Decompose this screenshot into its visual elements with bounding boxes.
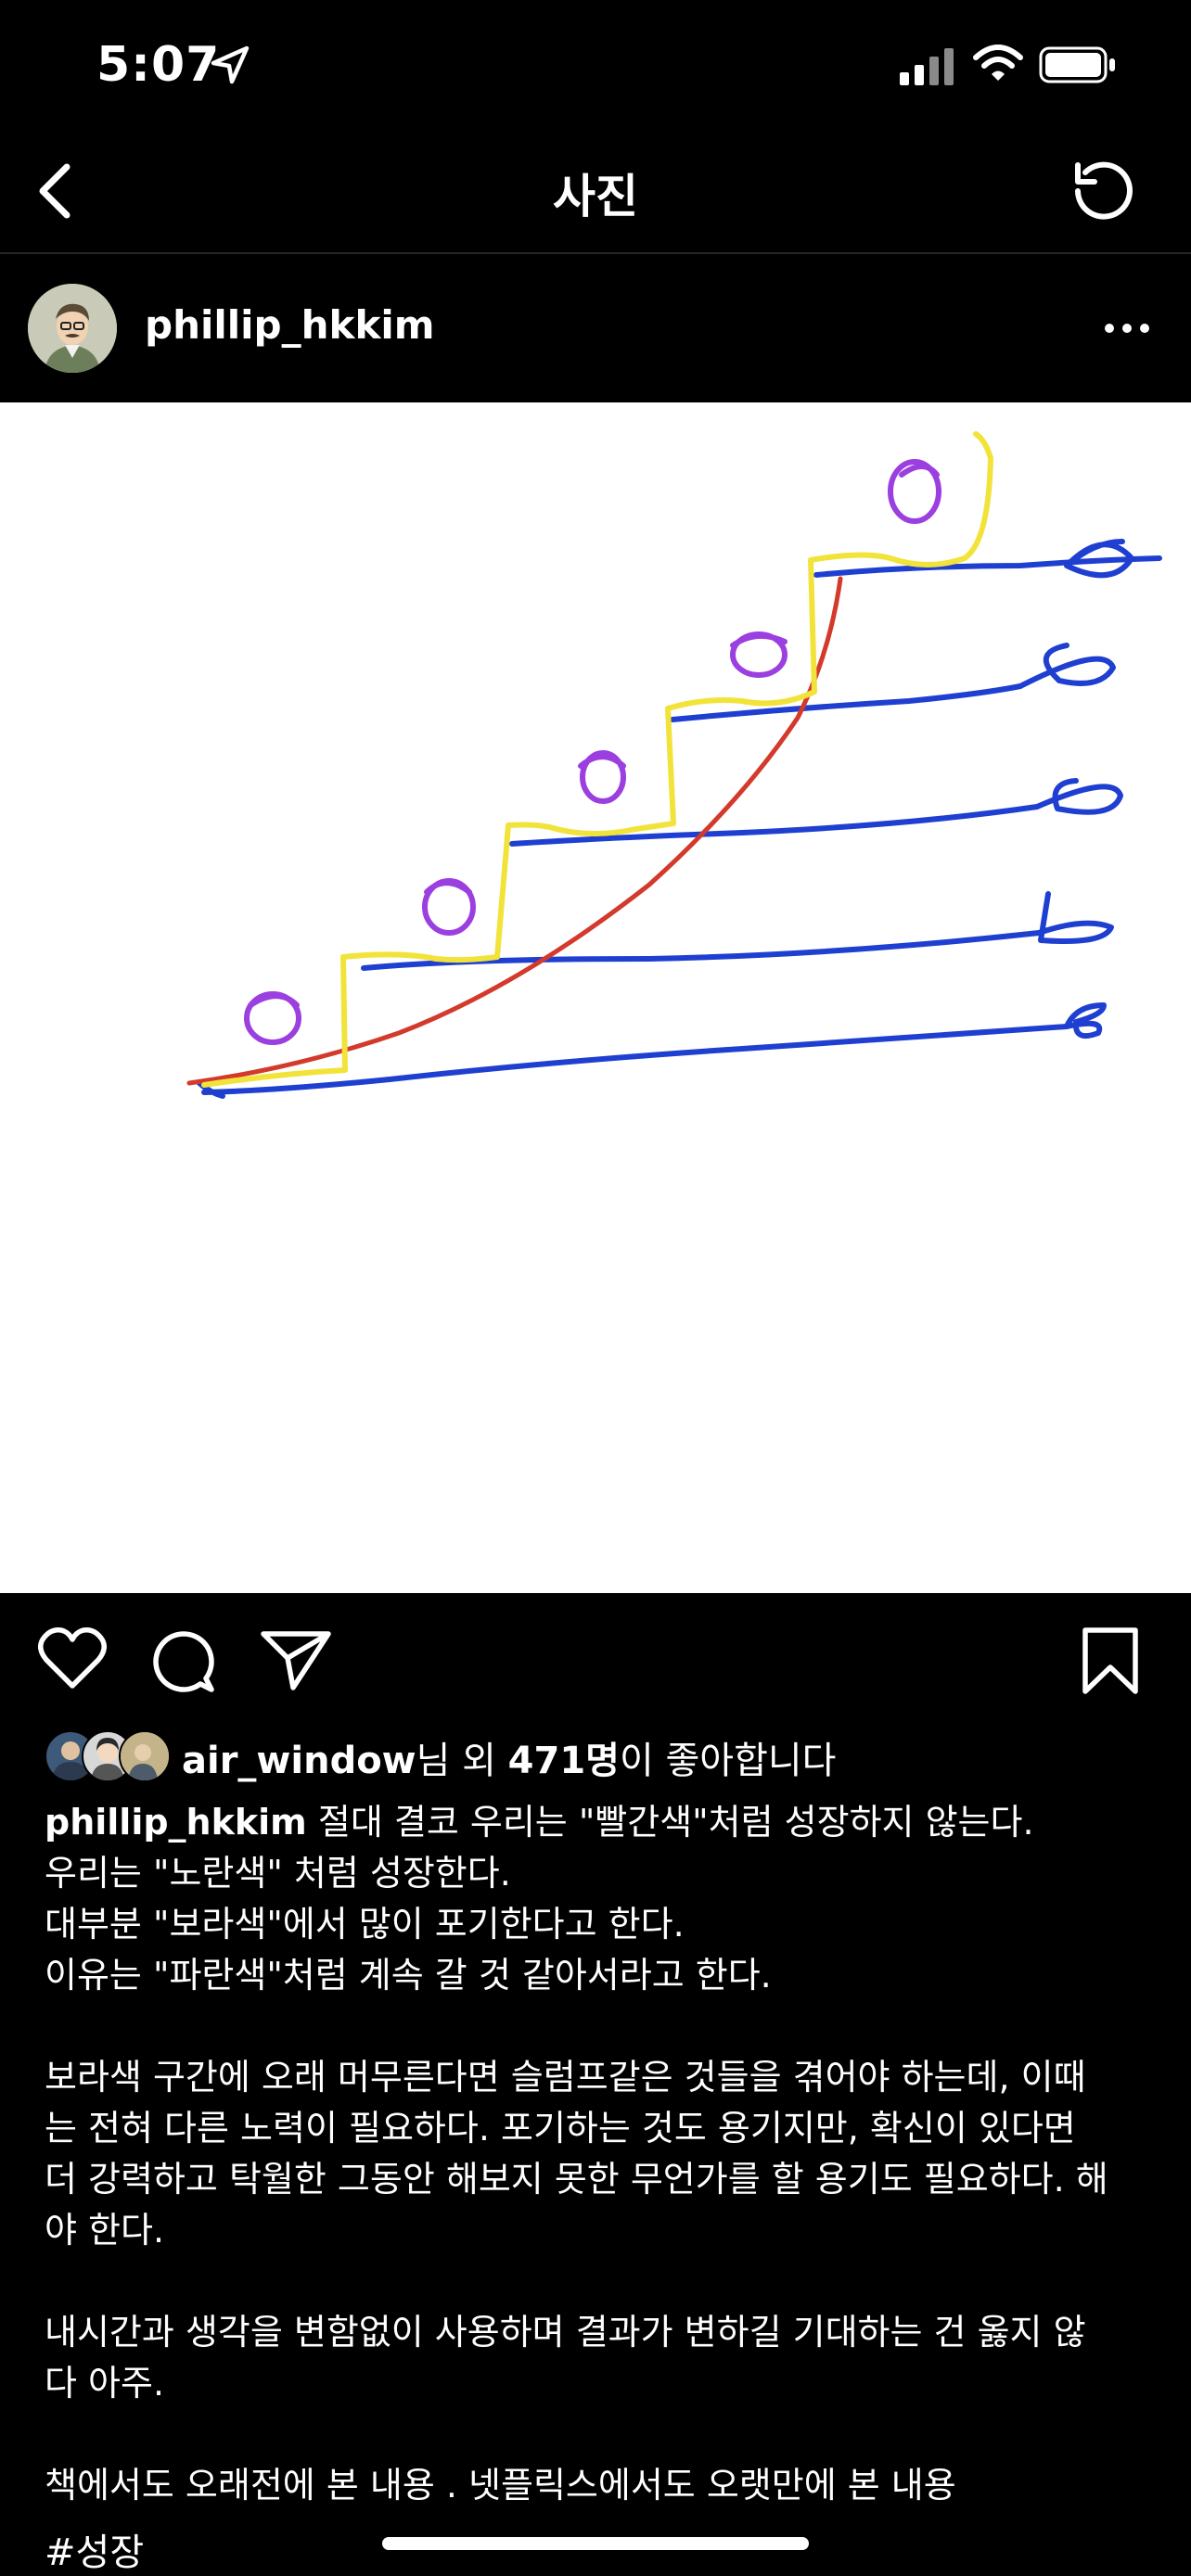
liker-avatars[interactable] — [45, 1730, 171, 1782]
battery-icon — [1039, 46, 1115, 83]
refresh-icon[interactable] — [1067, 158, 1137, 228]
growth-drawing — [186, 431, 1162, 1099]
likes-summary[interactable]: air_window님 외 471명이 좋아합니다 — [182, 1730, 836, 1784]
post-photo[interactable] — [0, 402, 1191, 1593]
bookmark-icon[interactable] — [1078, 1625, 1143, 1697]
like-heart-icon[interactable] — [37, 1626, 108, 1691]
likes-text-suffix: 이 좋아합니다 — [619, 1740, 837, 1782]
liker-username[interactable]: air_window — [182, 1740, 416, 1782]
avatar-illustration-icon — [28, 284, 117, 373]
likes-count[interactable]: 471명 — [508, 1740, 620, 1782]
post-caption: phillip_hkkim 절대 결코 우리는 "빨간색"처럼 성장하지 않는다… — [45, 1797, 1158, 2511]
share-send-icon[interactable] — [260, 1628, 332, 1691]
status-time: 5:07 — [96, 37, 221, 93]
caption-text: 절대 결코 우리는 "빨간색"처럼 성장하지 않는다. 우리는 "노란색" 처럼… — [45, 1802, 1108, 2506]
more-options-icon[interactable] — [1104, 321, 1150, 336]
home-indicator[interactable] — [382, 2537, 809, 2550]
liker-avatar — [119, 1730, 171, 1782]
cellular-signal-icon — [900, 48, 954, 85]
nav-divider — [0, 252, 1191, 254]
likes-text-middle: 님 외 — [416, 1740, 508, 1782]
profile-avatar[interactable] — [28, 284, 117, 373]
location-arrow-icon — [211, 45, 250, 84]
caption-username[interactable]: phillip_hkkim — [45, 1802, 307, 1843]
comment-icon[interactable] — [148, 1626, 215, 1693]
hashtag-link[interactable]: #성장 — [45, 2522, 144, 2576]
wifi-icon — [973, 45, 1023, 81]
post-username[interactable]: phillip_hkkim — [145, 302, 435, 348]
page-title: 사진 — [553, 170, 638, 223]
